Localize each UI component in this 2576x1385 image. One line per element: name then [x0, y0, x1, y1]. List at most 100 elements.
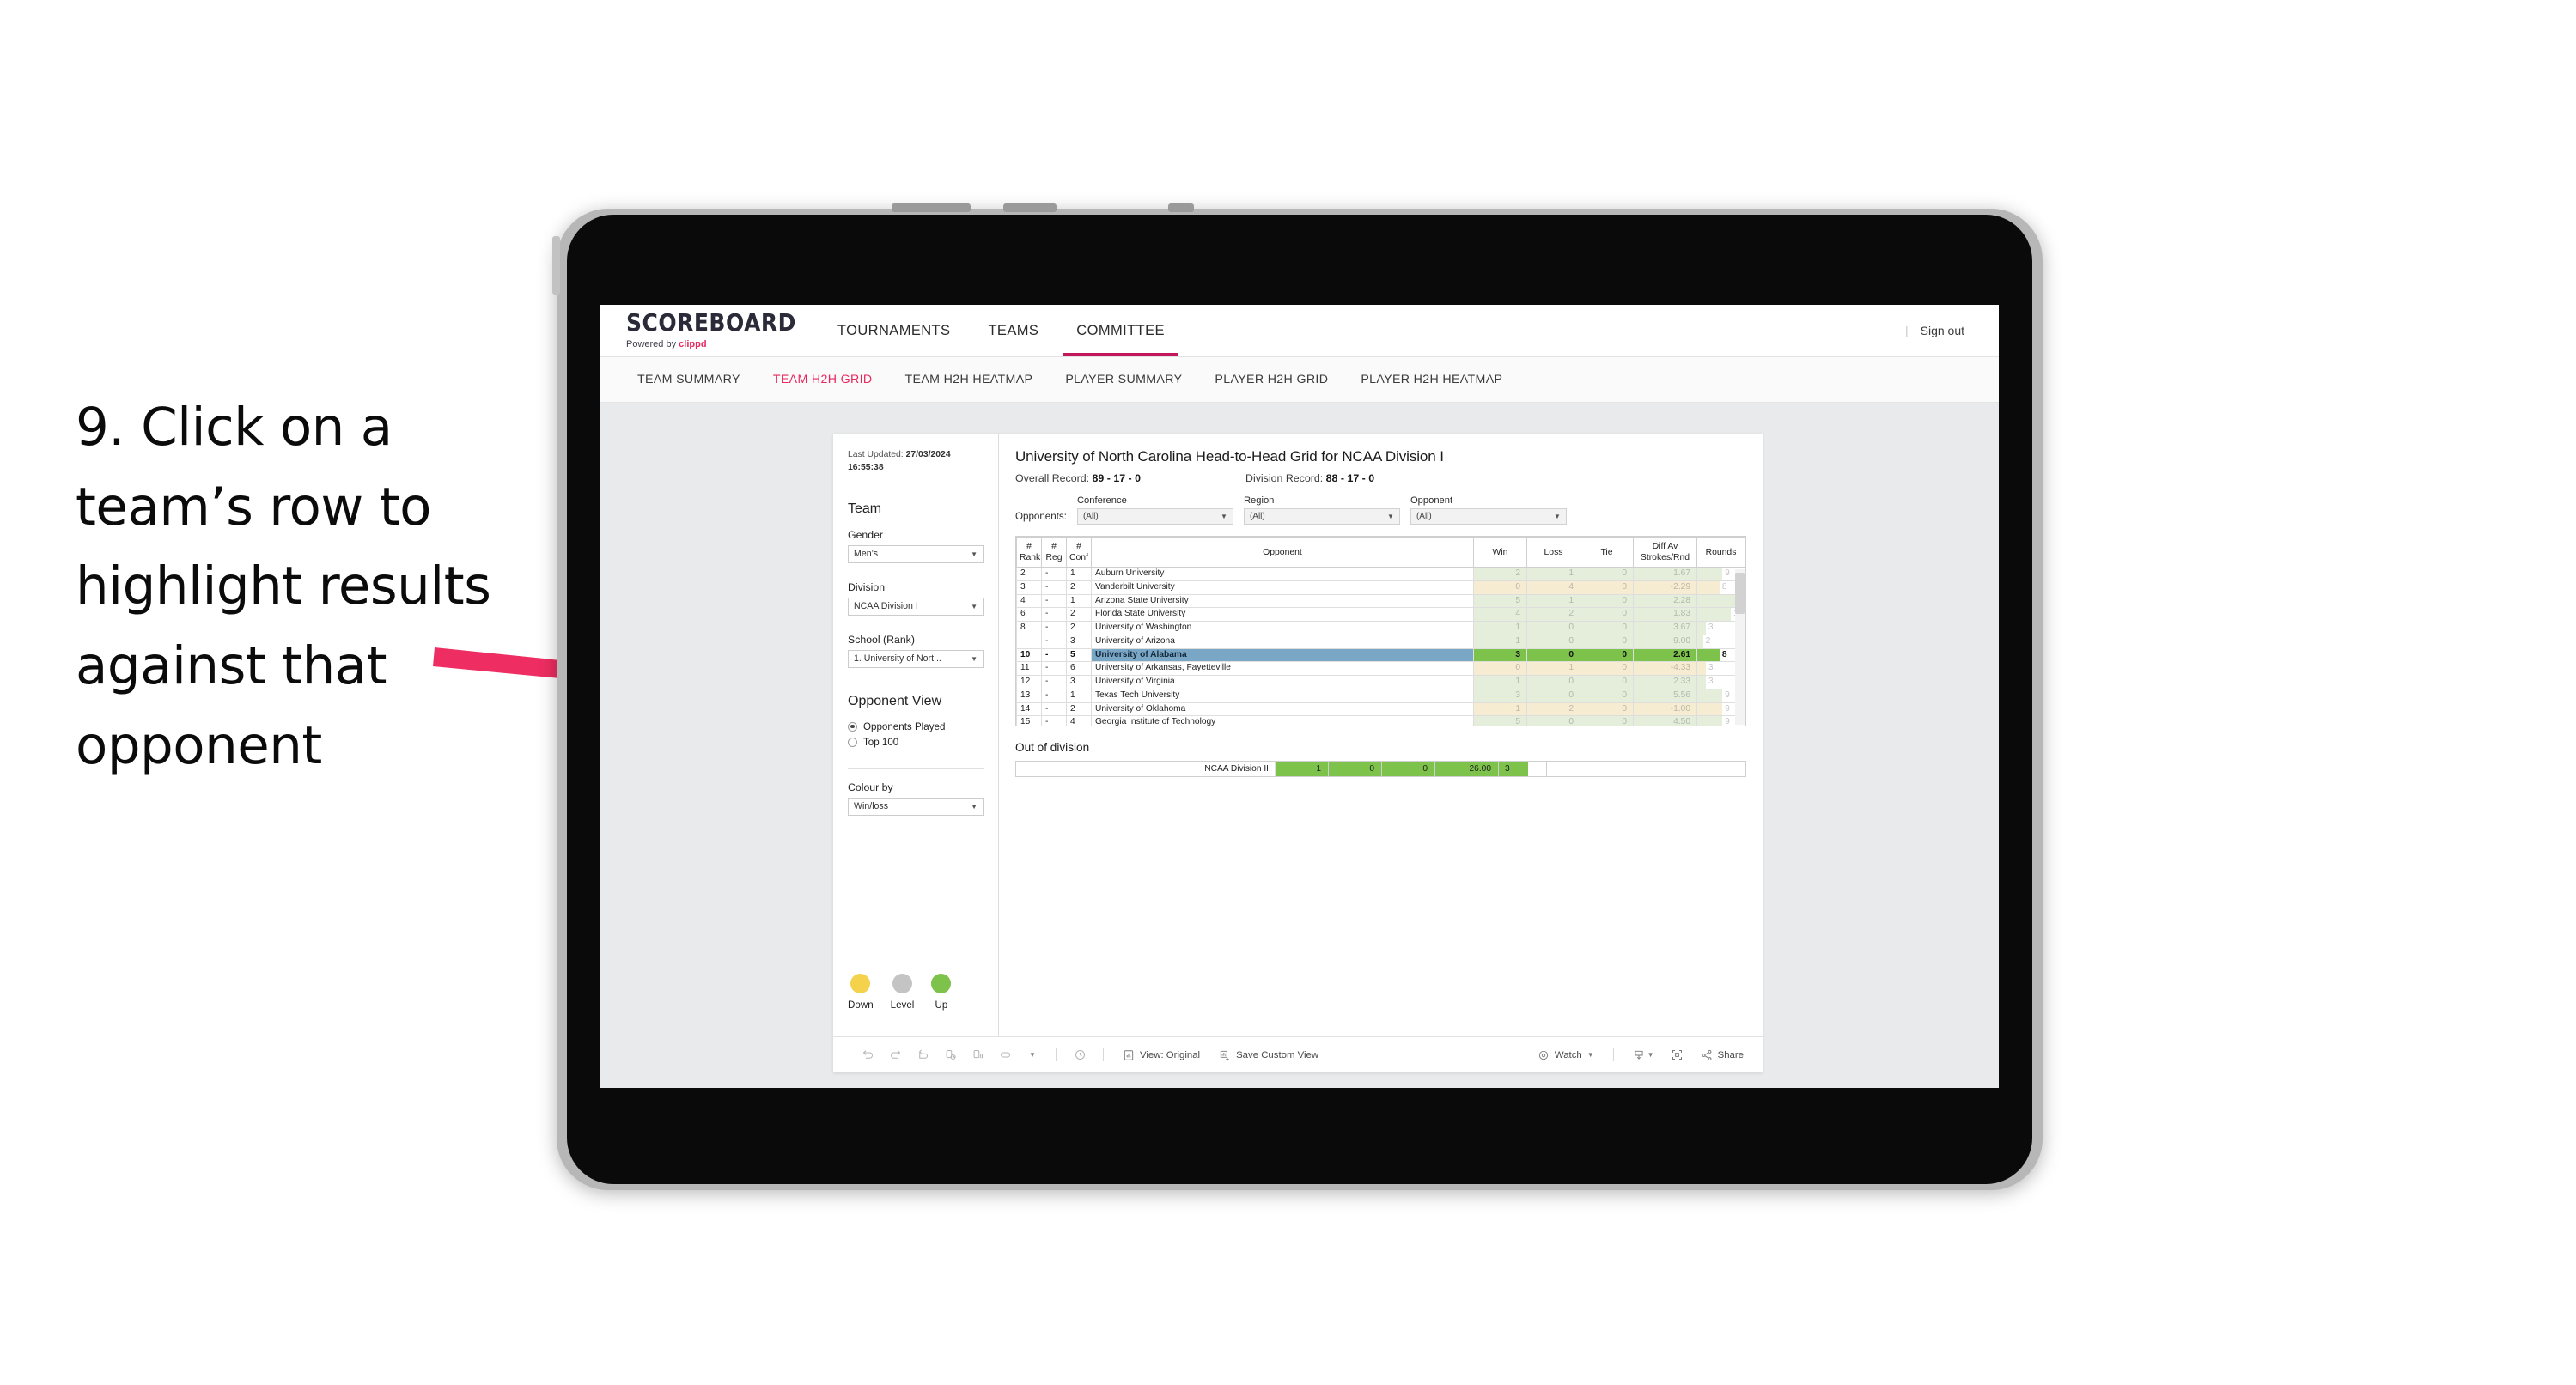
device-side-button	[552, 236, 560, 295]
opponent-filters: Opponents: Conference (All) ▼ Region (Al	[1015, 495, 1746, 525]
table-row[interactable]: 3-2 Vanderbilt University 0 4 0 -2.29 8	[1016, 580, 1745, 595]
revert-icon[interactable]	[909, 1042, 936, 1069]
fullscreen-icon[interactable]	[1664, 1042, 1691, 1069]
radio-top-100[interactable]: Top 100	[848, 737, 984, 748]
rounds-value: 3	[1708, 663, 1714, 673]
conference-select[interactable]: (All) ▼	[1076, 508, 1233, 525]
division-select[interactable]: NCAA Division I ▼	[848, 597, 984, 616]
watch-button[interactable]: Watch ▼	[1538, 1049, 1594, 1061]
colour-by-label: Colour by	[848, 781, 893, 793]
subtab-team-summary[interactable]: TEAM SUMMARY	[621, 373, 757, 386]
divider	[848, 768, 984, 769]
cell-opponent: University of Arkansas, Fayetteville	[1091, 661, 1474, 676]
h2h-table-container[interactable]: # Rank # Reg # Conf Opponent Win Loss Tie D…	[1015, 536, 1746, 726]
school-select[interactable]: 1. University of Nort... ▼	[848, 649, 984, 668]
subtab-player-summary[interactable]: PLAYER SUMMARY	[1049, 373, 1198, 386]
subtab-player-h2h-heatmap[interactable]: PLAYER H2H HEATMAP	[1344, 373, 1519, 386]
table-row[interactable]: 15-4 Georgia Institute of Technology 5 0 0 4.…	[1016, 715, 1745, 726]
shape-dropdown-icon[interactable]: ▼	[1019, 1042, 1046, 1069]
table-row[interactable]: 6-2Florida State University4201.8312	[1016, 607, 1745, 622]
legend-item-level: Level	[891, 974, 914, 1011]
top-navigation-bar: SCOREBOARD Powered by clippd TOURNAMENTS…	[600, 305, 1999, 357]
opponent-select[interactable]: (All) ▼	[1410, 508, 1567, 525]
cell-rank: 10	[1016, 647, 1042, 663]
col-reg: # Reg	[1041, 537, 1067, 568]
clock-icon[interactable]	[1066, 1042, 1093, 1069]
cell-reg: -	[1041, 675, 1067, 689]
cell-opponent: University of Alabama	[1091, 647, 1474, 663]
table-row[interactable]: 8-2 University of Washington 1 0 0 3.67 3	[1016, 621, 1745, 635]
col-rank-l1: #	[1026, 542, 1032, 551]
chevron-down-icon: ▼	[1647, 1051, 1654, 1059]
save-custom-view-button[interactable]: Save Custom View	[1219, 1049, 1318, 1061]
table-row[interactable]: -3 University of Arizona 1 0 0 9.00 2	[1016, 634, 1745, 649]
nav-tab-committee[interactable]: COMMITTEE	[1057, 305, 1184, 356]
cell-conf: 6	[1066, 661, 1092, 676]
region-value: (All)	[1249, 512, 1265, 521]
gender-value: Men’s	[854, 549, 879, 560]
h2h-table: # Rank # Reg # Conf Opponent Win Loss Tie D…	[1016, 537, 1745, 726]
subtab-player-h2h-grid[interactable]: PLAYER H2H GRID	[1198, 373, 1344, 386]
share-button[interactable]: Share	[1701, 1049, 1744, 1061]
undo-icon[interactable]	[854, 1042, 881, 1069]
subtab-team-h2h-grid[interactable]: TEAM H2H GRID	[757, 373, 889, 386]
rounds-bar	[1697, 568, 1723, 580]
instruction-text: 9. Click on a team’s row to highlight re…	[76, 397, 491, 776]
overall-record-value: 89 - 17 - 0	[1092, 472, 1142, 484]
col-diff-l1: Diff Av	[1652, 542, 1678, 551]
chevron-down-icon: ▼	[971, 602, 977, 610]
cell-loss: 0	[1526, 715, 1580, 726]
table-row[interactable]: 14-2 University of Oklahoma 1 2 0 -1.00 9	[1016, 702, 1745, 717]
legend-item-up: Up	[931, 974, 952, 1011]
pause-icon[interactable]	[964, 1042, 991, 1069]
table-row[interactable]: 11-6 University of Arkansas, Fayetteville…	[1016, 661, 1745, 676]
radio-opponents-played[interactable]: Opponents Played	[848, 721, 984, 732]
gender-label: Gender	[848, 528, 884, 541]
table-scrollbar-thumb[interactable]	[1735, 573, 1745, 614]
download-button[interactable]: ▼	[1633, 1049, 1654, 1061]
nav-tab-tournaments[interactable]: TOURNAMENTS	[819, 305, 970, 356]
cell-loss: 4	[1526, 580, 1580, 595]
sign-out-link[interactable]: Sign out	[1921, 324, 1964, 337]
nav-tab-teams[interactable]: TEAMS	[969, 305, 1057, 356]
table-row[interactable]: 2-1 Auburn University 2 1 0 1.67 9	[1016, 567, 1745, 581]
radio-opponents-played-label: Opponents Played	[863, 720, 946, 732]
table-row[interactable]: 10-5 University of Alabama 3 0 0 2.61 8	[1016, 647, 1745, 663]
cell-loss: 1	[1526, 593, 1580, 609]
shape-icon[interactable]	[991, 1042, 1019, 1069]
view-original-button[interactable]: View: Original	[1123, 1049, 1200, 1061]
ood-win: 1	[1276, 762, 1329, 776]
cell-conf: 2	[1066, 702, 1092, 717]
cell-tie: 0	[1580, 688, 1634, 703]
col-reg-l2: Reg	[1045, 553, 1063, 562]
cell-diff: 9.00	[1633, 634, 1697, 649]
cell-diff: -4.33	[1633, 661, 1697, 676]
cell-conf: 1	[1066, 688, 1092, 703]
cell-rank: 14	[1016, 702, 1042, 717]
rounds-value: 9	[1725, 703, 1730, 714]
cell-rank: 2	[1016, 567, 1042, 581]
region-select[interactable]: (All) ▼	[1243, 508, 1400, 525]
cell-tie: 0	[1580, 647, 1634, 663]
table-row[interactable]: 4-1Arizona State University5102.2817	[1016, 593, 1745, 609]
cell-rank: 15	[1016, 715, 1042, 726]
page-title: University of North Carolina Head-to-Hea…	[1015, 448, 1444, 465]
chevron-down-icon: ▼	[1221, 513, 1227, 520]
refresh-icon[interactable]	[936, 1042, 964, 1069]
rounds-bar	[1697, 662, 1706, 675]
subtab-team-h2h-heatmap[interactable]: TEAM H2H HEATMAP	[889, 373, 1050, 386]
cell-diff: 3.67	[1633, 621, 1697, 635]
cell-opponent: Arizona State University	[1091, 593, 1474, 609]
team-section-title: Team	[848, 501, 882, 516]
table-row[interactable]: 13-1 Texas Tech University 3 0 0 5.56 9	[1016, 688, 1745, 703]
gender-select[interactable]: Men’s ▼	[848, 544, 984, 563]
rounds-bar	[1697, 648, 1720, 661]
col-loss: Loss	[1526, 537, 1580, 568]
colour-by-select[interactable]: Win/loss ▼	[848, 797, 984, 816]
table-row[interactable]: 12-3 University of Virginia 1 0 0 2.33 3	[1016, 675, 1745, 689]
col-conf: # Conf	[1066, 537, 1092, 568]
redo-icon[interactable]	[881, 1042, 909, 1069]
cell-tie: 0	[1580, 607, 1634, 622]
opponents-label: Opponents:	[1015, 511, 1067, 522]
cell-rank	[1016, 634, 1042, 649]
